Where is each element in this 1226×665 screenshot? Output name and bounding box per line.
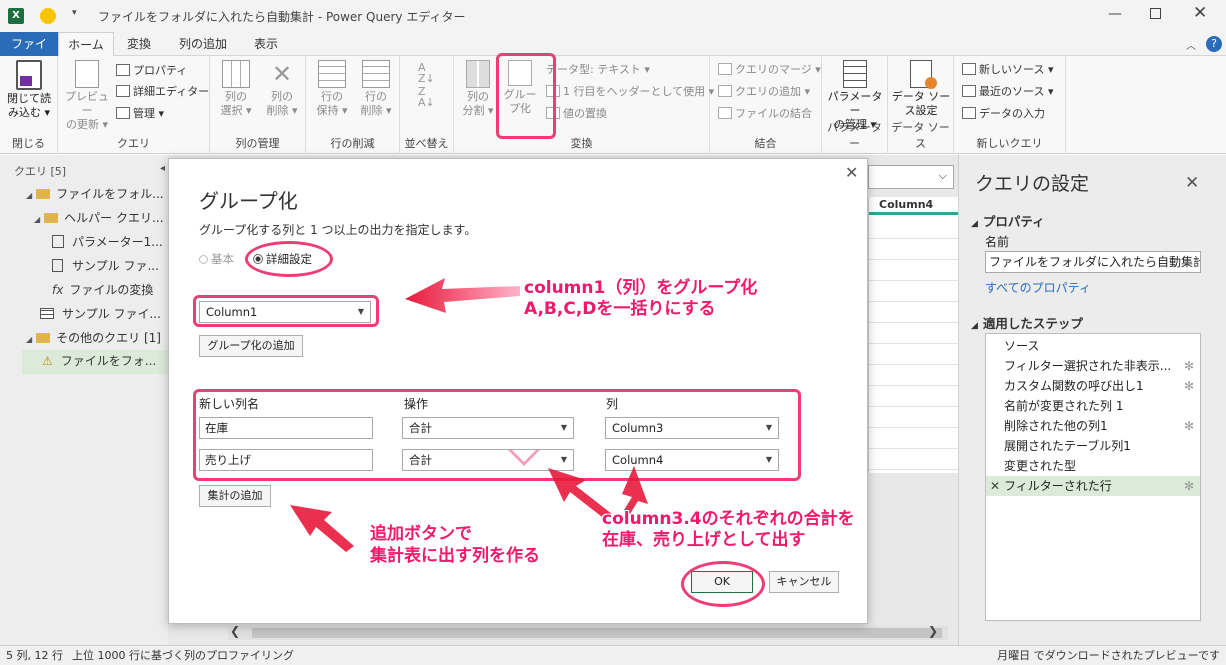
- annotation-group-line2: A,B,C,Dを一括りにする: [524, 299, 716, 319]
- annotation-add-line1: 追加ボタンで: [370, 524, 472, 544]
- arrow-to-group-column: [405, 278, 520, 313]
- chevron-mark: [508, 450, 540, 466]
- arrow-to-column: [622, 466, 648, 514]
- annotation-sum-line1: column3.4のそれぞれの合計を: [602, 509, 855, 529]
- arrow-to-add-aggregation: [290, 505, 354, 552]
- annotation-group-line1: column1（列）をグループ化: [524, 278, 758, 298]
- annotation-add-line2: 集計表に出す列を作る: [370, 546, 540, 566]
- annotation-sum-line2: 在庫、売り上げとして出す: [602, 530, 806, 550]
- annotation-arrows: [290, 278, 648, 552]
